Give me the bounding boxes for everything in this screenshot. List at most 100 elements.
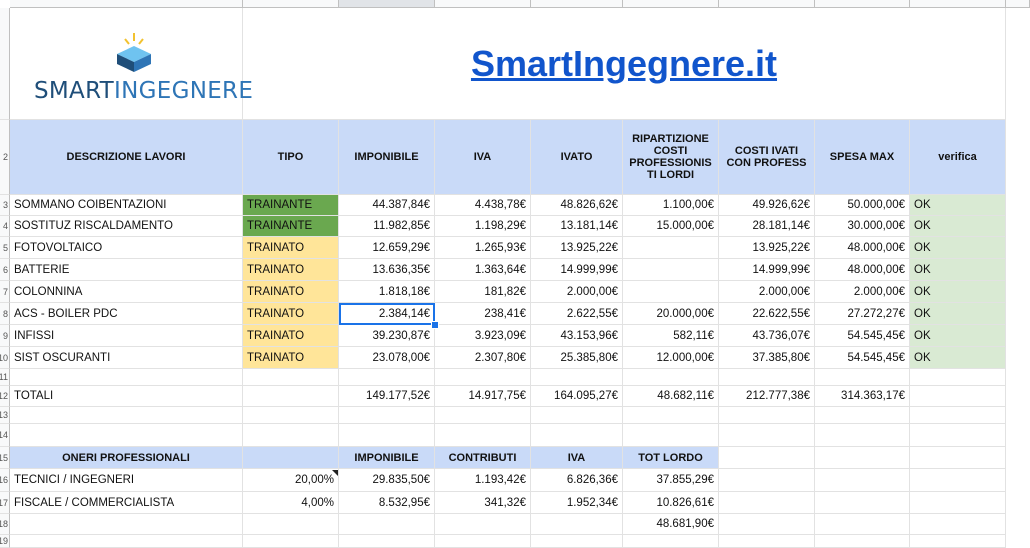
table-cell[interactable]: 54.545,45€ — [815, 325, 910, 347]
table-cell[interactable]: 27.272,27€ — [815, 303, 910, 325]
table-cell[interactable]: 48.000,00€ — [815, 237, 910, 259]
empty-cell[interactable] — [243, 407, 339, 424]
row-number[interactable]: 14 — [0, 424, 10, 447]
table-cell[interactable] — [623, 237, 719, 259]
column-header[interactable] — [815, 0, 910, 8]
table-cell[interactable]: FOTOVOLTAICO — [10, 237, 243, 259]
table-cell[interactable]: 23.078,00€ — [339, 347, 435, 369]
table-cell[interactable]: 44.387,84€ — [339, 195, 435, 216]
empty-cell[interactable] — [719, 514, 815, 535]
table-cell[interactable]: SOMMANO COIBENTAZIONI — [10, 195, 243, 216]
empty-cell[interactable] — [910, 492, 1006, 514]
empty-cell[interactable] — [815, 535, 910, 548]
empty-cell[interactable] — [815, 424, 910, 447]
table-cell[interactable]: 2.000,00€ — [531, 281, 623, 303]
oneri-table-header[interactable]: CONTRIBUTI — [435, 447, 531, 469]
table-cell[interactable]: 1.265,93€ — [435, 237, 531, 259]
table-cell[interactable]: TRAINATO — [243, 259, 339, 281]
oneri-total-cell[interactable]: 48.681,90€ — [623, 514, 719, 535]
column-header[interactable] — [910, 0, 1006, 8]
table-cell[interactable]: 39.230,87€ — [339, 325, 435, 347]
row-number[interactable]: 4 — [0, 216, 10, 237]
empty-cell[interactable] — [10, 535, 243, 548]
site-title-link[interactable]: SmartIngegnere.it — [471, 43, 777, 85]
empty-cell[interactable] — [719, 407, 815, 424]
table-cell[interactable]: TRAINATO — [243, 281, 339, 303]
column-header[interactable] — [10, 0, 243, 8]
table-cell[interactable]: 13.925,22€ — [719, 237, 815, 259]
column-header[interactable] — [435, 0, 531, 8]
empty-cell[interactable] — [243, 514, 339, 535]
empty-cell[interactable] — [531, 424, 623, 447]
column-header[interactable] — [623, 0, 719, 8]
row-number[interactable]: 10 — [0, 347, 10, 369]
table-cell[interactable]: 43.153,96€ — [531, 325, 623, 347]
table-cell[interactable]: 14.999,99€ — [719, 259, 815, 281]
row-number[interactable]: 15 — [0, 447, 10, 469]
row-number[interactable]: 12 — [0, 386, 10, 407]
oneri-cell[interactable]: 1.193,42€ — [435, 469, 531, 492]
table-cell[interactable]: 49.926,62€ — [719, 195, 815, 216]
table-cell[interactable]: OK — [910, 303, 1006, 325]
empty-cell[interactable] — [339, 369, 435, 386]
empty-cell[interactable] — [531, 514, 623, 535]
totals-cell[interactable]: 212.777,38€ — [719, 386, 815, 407]
empty-cell[interactable] — [435, 424, 531, 447]
row-number[interactable]: 17 — [0, 492, 10, 514]
main-table-header[interactable]: COSTI IVATI CON PROFESS — [719, 120, 815, 195]
row-number[interactable]: 5 — [0, 237, 10, 259]
oneri-cell[interactable]: 6.826,36€ — [531, 469, 623, 492]
empty-cell[interactable] — [10, 369, 243, 386]
table-cell[interactable]: BATTERIE — [10, 259, 243, 281]
column-header[interactable] — [719, 0, 815, 8]
empty-cell[interactable] — [719, 369, 815, 386]
oneri-cell[interactable]: 4,00% — [243, 492, 339, 514]
totals-cell[interactable] — [243, 386, 339, 407]
empty-cell[interactable] — [243, 424, 339, 447]
table-cell[interactable]: 13.925,22€ — [531, 237, 623, 259]
empty-cell[interactable] — [531, 535, 623, 548]
row-number[interactable]: 8 — [0, 303, 10, 325]
empty-cell[interactable] — [815, 492, 910, 514]
oneri-table-header[interactable]: IMPONIBILE — [339, 447, 435, 469]
table-cell[interactable]: TRAINATO — [243, 237, 339, 259]
row-number[interactable]: 19 — [0, 535, 10, 548]
table-cell[interactable]: 48.000,00€ — [815, 259, 910, 281]
oneri-cell[interactable]: 10.826,61€ — [623, 492, 719, 514]
table-cell[interactable]: COLONNINA — [10, 281, 243, 303]
empty-cell[interactable] — [623, 369, 719, 386]
table-cell[interactable]: OK — [910, 347, 1006, 369]
empty-cell[interactable] — [531, 407, 623, 424]
empty-cell[interactable] — [339, 407, 435, 424]
table-cell[interactable]: 50.000,00€ — [815, 195, 910, 216]
empty-cell[interactable] — [815, 369, 910, 386]
table-cell[interactable]: OK — [910, 259, 1006, 281]
table-cell[interactable]: OK — [910, 216, 1006, 237]
oneri-cell[interactable]: TECNICI / INGEGNERI — [10, 469, 243, 492]
table-cell[interactable]: 1.363,64€ — [435, 259, 531, 281]
table-cell[interactable]: 15.000,00€ — [623, 216, 719, 237]
table-cell[interactable]: 1.198,29€ — [435, 216, 531, 237]
empty-cell[interactable] — [623, 407, 719, 424]
main-table-header[interactable]: verifica — [910, 120, 1006, 195]
empty-cell[interactable] — [435, 535, 531, 548]
row-number[interactable]: 9 — [0, 325, 10, 347]
main-table-header[interactable]: IVATO — [531, 120, 623, 195]
table-cell[interactable]: SOSTITUZ RISCALDAMENTO — [10, 216, 243, 237]
table-cell[interactable]: 2.000,00€ — [719, 281, 815, 303]
table-cell[interactable]: 14.999,99€ — [531, 259, 623, 281]
main-table-header[interactable]: RIPARTIZIONE COSTI PROFESSIONIS TI LORDI — [623, 120, 719, 195]
table-cell[interactable]: 2.000,00€ — [815, 281, 910, 303]
main-table-header[interactable]: DESCRIZIONE LAVORI — [10, 120, 243, 195]
empty-cell[interactable] — [243, 535, 339, 548]
row-number[interactable]: 13 — [0, 407, 10, 424]
empty-cell[interactable] — [623, 424, 719, 447]
table-cell[interactable]: INFISSI — [10, 325, 243, 347]
empty-cell[interactable] — [815, 469, 910, 492]
main-table-header[interactable]: IVA — [435, 120, 531, 195]
empty-cell[interactable] — [339, 535, 435, 548]
column-header[interactable] — [339, 0, 435, 8]
table-cell[interactable]: 37.385,80€ — [719, 347, 815, 369]
totals-cell[interactable] — [910, 386, 1006, 407]
empty-cell[interactable] — [623, 535, 719, 548]
